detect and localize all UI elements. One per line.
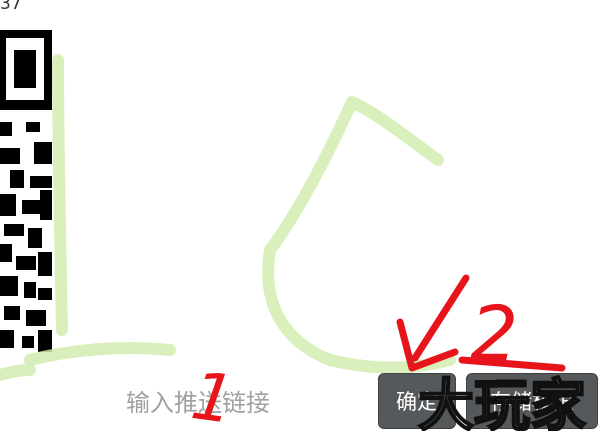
confirm-button[interactable]: 确定 [378, 373, 456, 429]
background-sketch [0, 54, 456, 381]
webview-screen: 37 输入推送链接 确定 存储权限 1 2 大玩家 [0, 0, 606, 431]
storage-permission-button[interactable]: 存储权限 [466, 373, 598, 429]
push-link-input[interactable] [110, 380, 350, 426]
